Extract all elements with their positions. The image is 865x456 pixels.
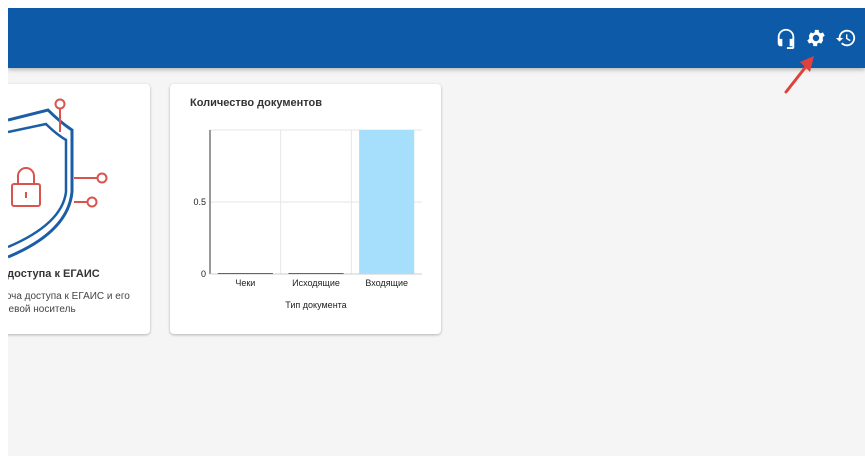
x-tick-label: Исходящие bbox=[292, 278, 340, 288]
card-description: люча доступа к ЕГАИС и его очевой носите… bbox=[8, 290, 148, 316]
documents-bar-chart: 0 0.5 Чеки Исходящие Входящие Тип документа bbox=[193, 129, 422, 310]
headset-icon[interactable] bbox=[775, 27, 797, 49]
bar-1 bbox=[217, 273, 273, 274]
y-tick-label: 0 bbox=[201, 269, 206, 279]
documents-count-card: Количество документов 0 0.5 Чеки Исходящие В… bbox=[170, 84, 441, 334]
x-tick-label: Входящие bbox=[365, 278, 408, 288]
red-arrow-annotation bbox=[784, 56, 814, 94]
egais-access-card[interactable]: а доступа к ЕГАИС люча доступа к ЕГАИС и… bbox=[8, 84, 150, 334]
description-line: очевой носитель bbox=[8, 304, 76, 315]
x-axis-label: Тип документа bbox=[285, 300, 346, 310]
card-title: а доступа к ЕГАИС bbox=[8, 268, 100, 280]
history-icon[interactable] bbox=[835, 27, 857, 49]
y-tick-label: 0.5 bbox=[193, 197, 206, 207]
description-line: люча доступа к ЕГАИС и его bbox=[8, 291, 130, 302]
shield-lock-icon bbox=[8, 98, 108, 259]
bar-3 bbox=[359, 130, 415, 274]
x-tick-label: Чеки bbox=[235, 278, 255, 288]
top-app-bar bbox=[8, 8, 865, 68]
bar-2 bbox=[288, 273, 344, 274]
gear-icon[interactable] bbox=[805, 27, 827, 49]
app-background: а доступа к ЕГАИС люча доступа к ЕГАИС и… bbox=[8, 8, 865, 456]
